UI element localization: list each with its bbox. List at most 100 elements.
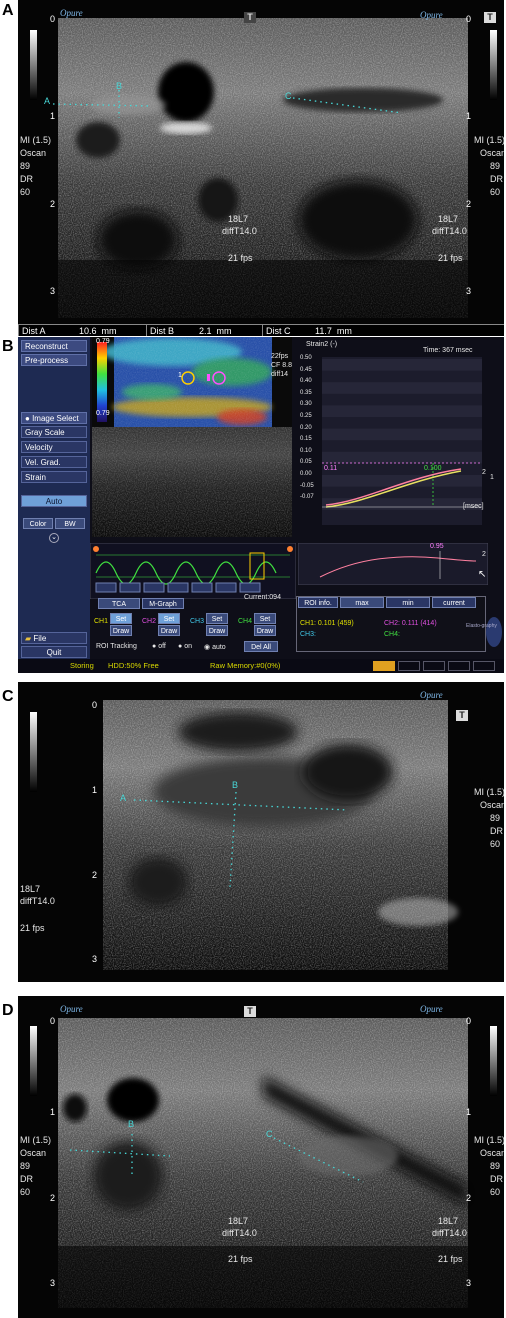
info-oscan: Oscan [480, 800, 504, 810]
roi-tracking-on[interactable]: ● on [178, 643, 192, 650]
ch1-set-button[interactable]: Set [110, 613, 132, 624]
probe: 18L7 [20, 884, 41, 894]
sidebar: Reconstruct Pre-process ● Image Select G… [18, 337, 90, 659]
mode-gray-scale[interactable]: Gray Scale [21, 426, 87, 438]
dual-view-ultrasound-image-d [18, 996, 504, 1318]
status-slot-1 [398, 661, 420, 671]
strain-y-tick: 0.50 [300, 355, 312, 361]
strain-y-tick: 0.35 [300, 389, 312, 396]
marker-value-1: 0.11 [324, 465, 338, 472]
pre-process-button[interactable]: Pre-process [21, 354, 87, 366]
ch1-draw-button[interactable]: Draw [110, 625, 132, 636]
grayscale-bar-right [490, 30, 497, 100]
bw-button[interactable]: BW [55, 518, 85, 529]
status-raw: Raw Memory:#0(0%) [210, 661, 281, 670]
ch4-label: CH4 [238, 618, 253, 625]
ch2-set-button[interactable]: Set [158, 613, 180, 624]
depth-tick-2-left: 2 [50, 1193, 56, 1203]
grayscale-bar-left [30, 1026, 37, 1096]
info-dr: DR [490, 826, 503, 836]
depth-tick-1-right: 1 [466, 1107, 472, 1117]
roi-tracking-off[interactable]: ● off [152, 643, 166, 650]
tab-tca[interactable]: TCA [98, 598, 140, 609]
cursor-icon: ↖ [478, 569, 487, 580]
auto-button[interactable]: Auto [21, 495, 87, 507]
info-left-oscan: Oscan [20, 148, 47, 158]
depth-tick-2-right: 2 [466, 1193, 472, 1203]
strain-y-tick: 0.05 [300, 459, 312, 466]
mini-plot-label: 2 [482, 551, 486, 558]
info-right-dr: DR [490, 174, 503, 184]
tab-min[interactable]: min [386, 597, 430, 608]
ch4-draw-button[interactable]: Draw [254, 625, 276, 636]
mode-vel-grad[interactable]: Vel. Grad. [21, 456, 87, 468]
series-label-1: 1 [490, 474, 494, 481]
folder-icon: ▰ [25, 634, 32, 643]
tab-roi-info[interactable]: ROI info. [298, 597, 338, 608]
ultrasound-panel-a: Opure Opure T T A B C 0 1 2 3 0 1 2 3 MI… [18, 0, 504, 336]
ch3-label: CH3 [190, 618, 205, 625]
filter-left: diffT14.0 [222, 1228, 257, 1238]
waveform-timeline[interactable] [90, 543, 296, 599]
probe-left: 18L7 [228, 214, 249, 224]
ch3-set-button[interactable]: Set [206, 613, 228, 624]
fps: 21 fps [20, 923, 45, 933]
status-hdd: HDD:50% Free [108, 661, 159, 670]
panel-label-a: A [2, 2, 14, 19]
overlay-cf: CF 8.8 [271, 362, 293, 369]
image-select-header[interactable]: ● Image Select [21, 412, 87, 424]
dist-a-label: Dist A [18, 325, 76, 336]
info-left-mi: MI (1.5) [20, 135, 52, 145]
tab-m-graph[interactable]: M-Graph [142, 598, 184, 609]
info-left-89: 89 [20, 161, 31, 171]
ch2-label: CH2 [142, 618, 157, 625]
info-mi: MI (1.5) [474, 787, 504, 797]
depth-tick-3-left: 3 [50, 1278, 56, 1288]
dist-a-value: 10.6 mm [79, 326, 117, 336]
caliper-c-label: C [285, 91, 292, 101]
strain-time-plot [322, 357, 482, 525]
status-slot-4 [473, 661, 495, 671]
elastography-logo [486, 617, 502, 647]
file-button[interactable]: ▰ File [21, 632, 87, 644]
depth-tick-1: 1 [92, 785, 98, 795]
reconstruct-button[interactable]: Reconstruct [21, 340, 87, 352]
tab-current[interactable]: current [432, 597, 476, 608]
dist-c-label: Dist C [262, 325, 312, 336]
quit-button[interactable]: Quit [21, 646, 87, 658]
depth-tick-0-right: 0 [466, 14, 472, 24]
caliper-b-label: B [128, 1119, 135, 1129]
mode-strain[interactable]: Strain [21, 471, 87, 483]
tab-max[interactable]: max [340, 597, 384, 608]
depth-tick-0-left: 0 [50, 14, 56, 24]
current-frame: Current:094 [244, 594, 281, 601]
mode-velocity[interactable]: Velocity [21, 441, 87, 453]
info-right-dr: DR [490, 1174, 503, 1184]
roi-tracking-auto[interactable]: ◉ auto [204, 643, 226, 651]
chevron-down-icon[interactable]: ⌄ [49, 533, 59, 543]
strain-y-tick: -0.05 [300, 482, 314, 489]
del-all-button[interactable]: Del All [244, 641, 278, 652]
mini-plot-value: 0.95 [430, 543, 444, 550]
ch4-set-button[interactable]: Set [254, 613, 276, 624]
info-right-60: 60 [490, 1187, 501, 1197]
depth-tick-1-left: 1 [50, 1107, 56, 1117]
roi-ch4-value: CH4: [384, 631, 400, 638]
depth-tick-2-right: 2 [466, 199, 472, 209]
t-icon[interactable]: T [456, 710, 468, 721]
depth-tick-3-left: 3 [50, 286, 56, 296]
t-icon[interactable]: T [244, 12, 256, 23]
ch3-draw-button[interactable]: Draw [206, 625, 228, 636]
strain-image [92, 337, 292, 537]
info-89: 89 [490, 813, 501, 823]
t-icon-right[interactable]: T [484, 12, 496, 23]
depth-tick-1-left: 1 [50, 111, 56, 121]
roi-tracking-label: ROI Tracking [96, 643, 137, 650]
color-button[interactable]: Color [23, 518, 53, 529]
grayscale-bar-left [30, 30, 37, 100]
t-icon[interactable]: T [244, 1006, 256, 1017]
dist-c-value: 11.7 mm [315, 326, 352, 336]
overlay-diff: diff14 [271, 371, 288, 378]
ch2-draw-button[interactable]: Draw [158, 625, 180, 636]
logo-left: Opure [60, 8, 83, 18]
